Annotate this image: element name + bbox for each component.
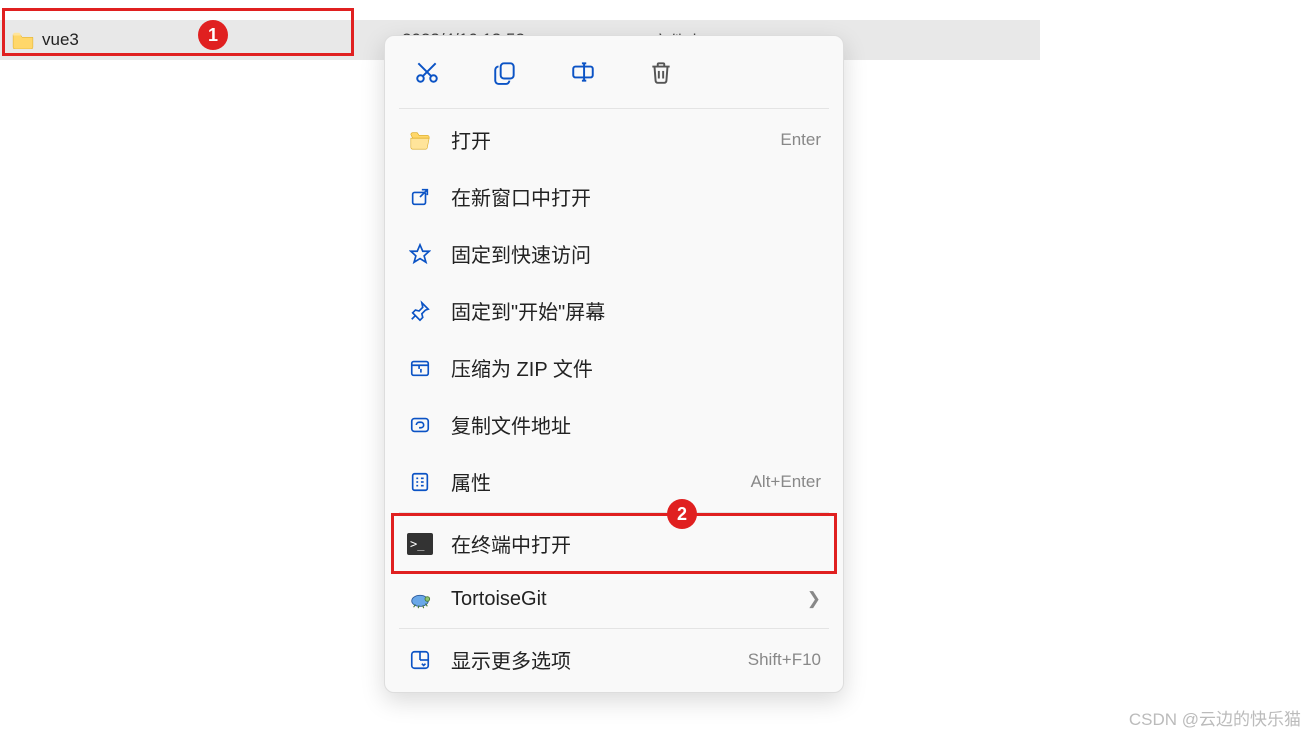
properties-icon [407, 469, 433, 495]
copy-button[interactable] [485, 52, 525, 92]
menu-label: 固定到快速访问 [451, 239, 821, 268]
cut-button[interactable] [407, 52, 447, 92]
rename-button[interactable] [563, 52, 603, 92]
chevron-right-icon: ❯ [807, 589, 821, 609]
menu-item-open[interactable]: 打开 Enter [393, 111, 835, 168]
action-bar [393, 46, 835, 106]
delete-button[interactable] [641, 52, 681, 92]
menu-item-tortoisegit[interactable]: TortoiseGit ❯ [393, 572, 835, 626]
menu-label: TortoiseGit [451, 588, 797, 611]
folder-open-icon [407, 127, 433, 153]
terminal-icon: >_ [407, 531, 433, 557]
menu-shortcut: Enter [780, 130, 821, 150]
file-name: vue3 [42, 30, 402, 50]
open-external-icon [407, 184, 433, 210]
menu-item-compress-zip[interactable]: 压缩为 ZIP 文件 [393, 339, 835, 396]
menu-shortcut: Alt+Enter [751, 472, 821, 492]
star-icon [407, 241, 433, 267]
menu-item-open-in-terminal[interactable]: >_ 在终端中打开 [393, 515, 835, 572]
folder-icon [12, 31, 34, 49]
menu-item-properties[interactable]: 属性 Alt+Enter [393, 453, 835, 510]
menu-label: 显示更多选项 [451, 645, 748, 674]
zip-icon [407, 355, 433, 381]
menu-item-pin-quick-access[interactable]: 固定到快速访问 [393, 225, 835, 282]
menu-shortcut: Shift+F10 [748, 650, 821, 670]
divider [399, 512, 829, 513]
tortoisegit-icon [407, 586, 433, 612]
menu-item-pin-start[interactable]: 固定到"开始"屏幕 [393, 282, 835, 339]
more-options-icon [407, 647, 433, 673]
menu-label: 在终端中打开 [451, 529, 821, 558]
menu-label: 压缩为 ZIP 文件 [451, 353, 821, 382]
menu-label: 打开 [451, 125, 780, 154]
divider [399, 628, 829, 629]
menu-item-show-more-options[interactable]: 显示更多选项 Shift+F10 [393, 631, 835, 688]
copy-path-icon [407, 412, 433, 438]
menu-label: 属性 [451, 467, 751, 496]
menu-item-open-new-window[interactable]: 在新窗口中打开 [393, 168, 835, 225]
menu-item-copy-path[interactable]: 复制文件地址 [393, 396, 835, 453]
divider [399, 108, 829, 109]
pin-icon [407, 298, 433, 324]
context-menu: 打开 Enter 在新窗口中打开 固定到快速访问 固定到"开始"屏幕 压缩为 Z… [384, 35, 844, 693]
menu-label: 固定到"开始"屏幕 [451, 296, 821, 325]
watermark: CSDN @云边的快乐猫 [1129, 705, 1301, 730]
menu-label: 复制文件地址 [451, 410, 821, 439]
menu-label: 在新窗口中打开 [451, 182, 821, 211]
